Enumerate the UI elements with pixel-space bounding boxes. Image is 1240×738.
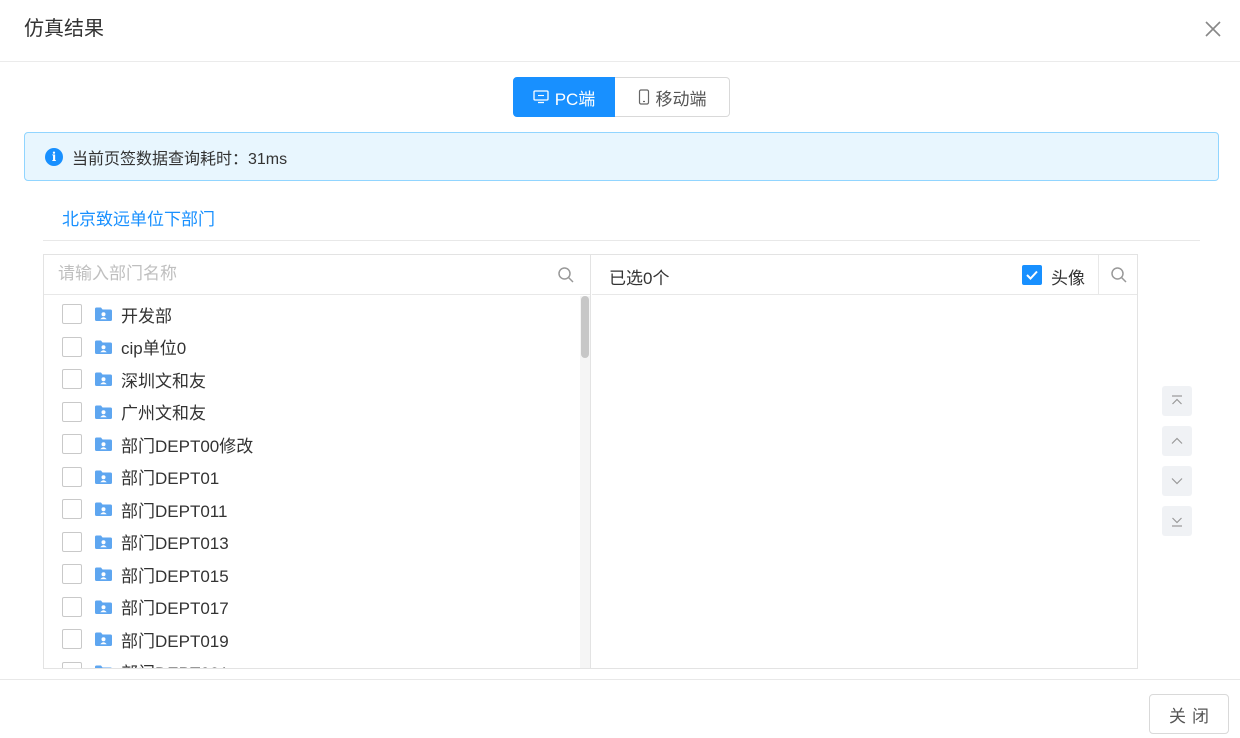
list-item[interactable]: cip单位0 bbox=[44, 331, 580, 363]
department-label: 部门DEPT011 bbox=[121, 501, 228, 521]
department-folder-icon bbox=[95, 470, 112, 484]
department-folder-icon bbox=[95, 632, 112, 646]
department-label: cip单位0 bbox=[121, 339, 187, 358]
tab-pc[interactable]: PC端 bbox=[513, 77, 615, 117]
department-label: 部门DEPT01 bbox=[121, 469, 220, 488]
item-checkbox[interactable] bbox=[62, 304, 82, 324]
item-checkbox[interactable] bbox=[62, 564, 82, 584]
phone-icon bbox=[638, 89, 649, 105]
chevron-down-icon bbox=[1171, 478, 1183, 485]
selected-search-button[interactable] bbox=[1098, 255, 1137, 295]
dialog-title: 仿真结果 bbox=[24, 18, 104, 40]
department-label: 部门DEPT017 bbox=[121, 599, 229, 618]
department-folder-icon bbox=[95, 437, 112, 451]
item-checkbox[interactable] bbox=[62, 499, 82, 519]
info-icon: i bbox=[45, 147, 63, 166]
department-folder-icon bbox=[95, 307, 112, 321]
list-item[interactable]: 部门DEPT015 bbox=[44, 558, 580, 590]
query-time-alert: i 当前页签数据查询耗时：31ms bbox=[24, 132, 1219, 181]
list-item[interactable]: 广州文和友 bbox=[44, 396, 580, 428]
selected-panel: 已选0个 头像 bbox=[592, 255, 1137, 668]
item-checkbox[interactable] bbox=[62, 629, 82, 649]
search-icon bbox=[1111, 267, 1127, 283]
list-item[interactable]: 部门DEPT01 bbox=[44, 461, 580, 493]
list-item[interactable]: 部门DEPT013 bbox=[44, 526, 580, 558]
item-checkbox[interactable] bbox=[62, 466, 82, 487]
breadcrumb: 北京致远单位下部门 bbox=[43, 200, 1200, 241]
department-label: 部门DEPT00修改 bbox=[121, 436, 254, 456]
tab-mobile-label: 移动端 bbox=[655, 89, 707, 109]
department-list-panel: 开发部 cip单位0 深圳文和友广州文和友部门DEPT00修改部门DEPT01 部门D… bbox=[44, 255, 591, 668]
alert-text: 当前页签数据查询耗时：31ms bbox=[72, 150, 288, 168]
item-checkbox[interactable] bbox=[62, 531, 82, 552]
list-item[interactable]: 开发部 bbox=[44, 298, 580, 330]
close-icon[interactable] bbox=[1202, 18, 1224, 40]
list-item[interactable]: 深圳文和友 bbox=[44, 363, 580, 395]
move-bottom-icon bbox=[1172, 517, 1182, 527]
move-top-icon bbox=[1172, 395, 1182, 405]
check-icon bbox=[1026, 270, 1038, 280]
department-label: 部门DEPT019 bbox=[121, 631, 229, 651]
department-folder-icon bbox=[95, 405, 112, 419]
transfer-panel: 开发部 cip单位0 深圳文和友广州文和友部门DEPT00修改部门DEPT01 部门D… bbox=[43, 254, 1138, 669]
move-down-button[interactable] bbox=[1162, 466, 1192, 496]
department-label: 深圳文和友 bbox=[121, 371, 206, 391]
department-label: 部门DEPT015 bbox=[121, 566, 229, 586]
move-up-button[interactable] bbox=[1162, 426, 1192, 456]
department-folder-icon bbox=[95, 340, 112, 354]
item-checkbox[interactable] bbox=[62, 336, 82, 357]
item-checkbox[interactable] bbox=[62, 661, 82, 668]
dialog-header: 仿真结果 bbox=[0, 0, 1240, 62]
search-icon[interactable] bbox=[556, 265, 576, 285]
list-item[interactable]: 部门DEPT021 bbox=[44, 656, 580, 668]
list-scrollbar[interactable] bbox=[580, 296, 590, 668]
avatar-label[interactable]: 头像 bbox=[1051, 264, 1085, 289]
avatar-checkbox[interactable] bbox=[1022, 265, 1042, 285]
monitor-icon bbox=[533, 90, 549, 104]
department-list: 开发部 cip单位0 深圳文和友广州文和友部门DEPT00修改 部门DEPT01 部门D… bbox=[44, 296, 580, 668]
department-folder-icon bbox=[95, 502, 112, 516]
item-checkbox[interactable] bbox=[62, 401, 82, 422]
department-label: 部门DEPT013 bbox=[121, 534, 229, 553]
department-folder-icon bbox=[95, 567, 112, 581]
close-button[interactable]: 关闭 bbox=[1149, 694, 1229, 734]
move-bottom-button[interactable] bbox=[1162, 506, 1192, 536]
item-checkbox[interactable] bbox=[62, 596, 82, 617]
selected-panel-header: 已选0个 头像 bbox=[592, 255, 1137, 295]
department-search-input[interactable] bbox=[44, 255, 544, 293]
list-item[interactable]: 部门DEPT019 bbox=[44, 623, 580, 655]
terminal-toggle: PC端 移动端 bbox=[513, 77, 730, 117]
list-item[interactable]: 部门DEPT017 bbox=[44, 591, 580, 623]
item-checkbox[interactable] bbox=[62, 434, 82, 454]
tab-pc-label: PC端 bbox=[554, 89, 596, 109]
department-label: 部门DEPT021 bbox=[121, 659, 229, 668]
dialog-footer: 关闭 bbox=[0, 679, 1240, 738]
item-checkbox[interactable] bbox=[62, 369, 82, 389]
department-folder-icon bbox=[95, 665, 112, 668]
tab-mobile[interactable]: 移动端 bbox=[615, 77, 730, 117]
selected-count: 已选0个 bbox=[609, 269, 670, 288]
department-label: 广州文和友 bbox=[121, 404, 206, 423]
scrollbar-thumb[interactable] bbox=[581, 296, 589, 358]
list-item[interactable]: 部门DEPT011 bbox=[44, 493, 580, 525]
department-folder-icon bbox=[95, 535, 112, 549]
department-search bbox=[44, 255, 590, 295]
list-item[interactable]: 部门DEPT00修改 bbox=[44, 428, 580, 460]
breadcrumb-unit-departments[interactable]: 北京致远单位下部门 bbox=[62, 205, 215, 230]
chevron-up-icon bbox=[1171, 437, 1183, 444]
department-label: 开发部 bbox=[121, 306, 172, 326]
department-folder-icon bbox=[95, 372, 112, 386]
department-folder-icon bbox=[95, 600, 112, 614]
move-top-button[interactable] bbox=[1162, 386, 1192, 416]
